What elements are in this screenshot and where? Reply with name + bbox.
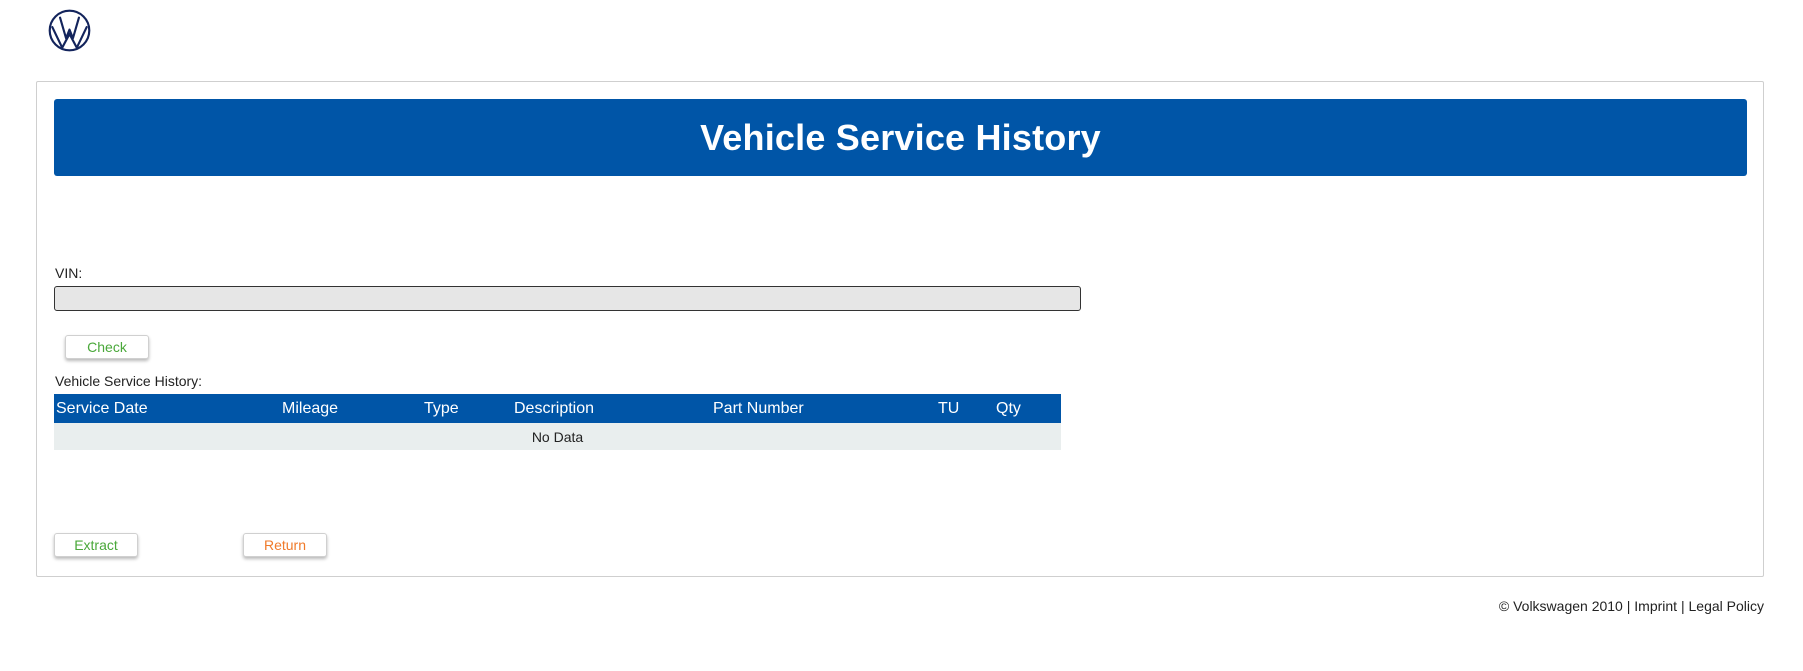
column-header-service-date[interactable]: Service Date bbox=[54, 394, 280, 423]
footer: © Volkswagen 2010 | Imprint | Legal Poli… bbox=[1499, 598, 1764, 614]
page-title: Vehicle Service History bbox=[700, 116, 1101, 158]
copyright-text: © Volkswagen 2010 bbox=[1498, 598, 1623, 614]
column-header-type[interactable]: Type bbox=[422, 394, 512, 423]
vw-logo-icon[interactable] bbox=[48, 9, 91, 52]
footer-separator: | bbox=[1626, 598, 1631, 614]
column-header-mileage[interactable]: Mileage bbox=[280, 394, 422, 423]
vin-input[interactable] bbox=[54, 286, 1081, 311]
legal-policy-link[interactable]: Legal Policy bbox=[1689, 598, 1765, 614]
service-history-table: Service Date Mileage Type Description Pa… bbox=[54, 394, 1061, 450]
table-header-row: Service Date Mileage Type Description Pa… bbox=[54, 394, 1061, 423]
history-label: Vehicle Service History: bbox=[55, 373, 203, 389]
column-header-qty[interactable]: Qty bbox=[994, 394, 1061, 423]
return-button[interactable]: Return bbox=[243, 533, 327, 557]
vin-label: VIN: bbox=[55, 265, 83, 281]
main-panel: Vehicle Service History VIN: Check Vehic… bbox=[36, 81, 1764, 577]
column-header-description[interactable]: Description bbox=[512, 394, 711, 423]
column-header-tu[interactable]: TU bbox=[936, 394, 994, 423]
column-header-part-number[interactable]: Part Number bbox=[711, 394, 936, 423]
table-row: No Data bbox=[54, 423, 1061, 450]
extract-button[interactable]: Extract bbox=[54, 533, 138, 557]
imprint-link[interactable]: Imprint bbox=[1634, 598, 1677, 614]
footer-separator: | bbox=[1680, 598, 1685, 614]
empty-table-message: No Data bbox=[531, 428, 584, 445]
check-button[interactable]: Check bbox=[65, 335, 149, 359]
page-banner: Vehicle Service History bbox=[54, 99, 1747, 176]
page: Vehicle Service History VIN: Check Vehic… bbox=[0, 0, 1803, 671]
